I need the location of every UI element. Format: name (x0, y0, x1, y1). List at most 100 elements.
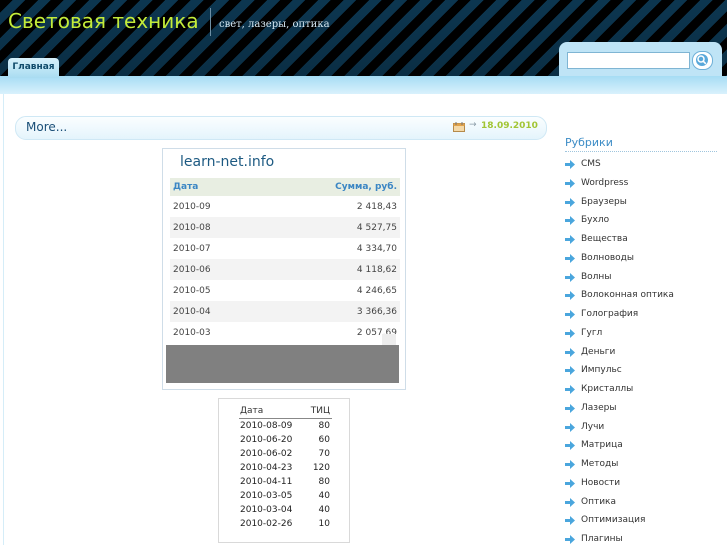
sidebar-category-label: Волны (581, 271, 612, 282)
search-icon (696, 54, 708, 66)
row-date: 2010-09 (173, 202, 211, 212)
sidebar-category-label: Новости (581, 477, 621, 488)
search-input[interactable] (567, 52, 690, 69)
sidebar-category-label: Импульс (581, 365, 622, 376)
tic-row-value: 40 (318, 505, 330, 515)
tic-row-value: 120 (312, 463, 330, 473)
title-separator (210, 8, 211, 36)
arrow-icon (565, 197, 575, 207)
nav-tab-home[interactable]: Главная (8, 58, 59, 78)
tic-row: 2010-04-11 80 (239, 477, 332, 491)
arrow-icon (565, 535, 575, 544)
table-row: 2010-08 4 527,75 (170, 217, 400, 238)
sidebar-category-label: CMS (581, 159, 601, 169)
arrow-icon (565, 160, 575, 169)
row-sum: 4 527,75 (356, 223, 397, 233)
site-title[interactable]: Световая техника (8, 9, 199, 33)
arrow-icon (565, 347, 575, 357)
learnnet-widget: learn-net.info Дата Сумма, руб. 2010-09 … (162, 148, 406, 390)
arrow-icon (565, 216, 575, 226)
post-title[interactable]: More... (26, 120, 67, 134)
learnnet-table: Дата Сумма, руб. 2010-09 2 418,43 2010-0… (170, 178, 400, 343)
row-sum: 2 418,43 (356, 202, 397, 212)
tic-row-date: 2010-02-26 (240, 519, 293, 529)
row-date: 2010-04 (173, 307, 211, 317)
tic-row-date: 2010-04-11 (240, 477, 293, 487)
table-row: 2010-05 4 246,65 (170, 280, 400, 301)
arrow-icon (565, 235, 575, 244)
tic-row-value: 10 (318, 519, 330, 529)
search-box (559, 42, 722, 78)
sidebar-category-label: Бухло (581, 215, 610, 226)
arrow-icon: → (469, 120, 477, 130)
sidebar-category-label: Вещества (581, 234, 628, 244)
sidebar-categories: Рубрики CMS Wordpress Браузеры Бухло Веществ… (565, 136, 717, 544)
post-date: 18.09.2010 (481, 121, 538, 131)
sidebar-category-label: Лучи (581, 421, 605, 432)
tic-row: 2010-06-20 60 (239, 435, 332, 449)
tic-row: 2010-03-05 40 (239, 491, 332, 505)
row-date: 2010-08 (173, 223, 211, 233)
tic-row: 2010-04-23 120 (239, 463, 332, 477)
table-row: 2010-03 2 057,69 (170, 322, 400, 343)
arrow-icon (565, 291, 575, 301)
arrow-icon (565, 497, 575, 507)
sidebar-category-label: Деньги (581, 346, 616, 357)
arrow-icon (565, 253, 575, 263)
sidebar-category-label: Матрица (581, 440, 623, 451)
sidebar-category-label: Методы (581, 459, 619, 469)
tic-row-value: 80 (318, 477, 330, 487)
row-date: 2010-05 (173, 286, 211, 296)
column-header-tic: ТИЦ (310, 406, 330, 416)
page-fold (382, 334, 396, 345)
row-sum: 4 334,70 (356, 244, 397, 254)
tic-row-date: 2010-04-23 (240, 463, 293, 473)
table-header: Дата Сумма, руб. (170, 178, 400, 196)
site-description: свет, лазеры, оптика (219, 19, 330, 30)
row-date: 2010-06 (173, 265, 211, 275)
tic-row-date: 2010-06-20 (240, 435, 293, 445)
table-row: 2010-04 3 366,36 (170, 301, 400, 322)
arrow-icon (565, 366, 575, 376)
sidebar-category-label: Лазеры (581, 402, 617, 413)
arrow-icon (565, 385, 575, 394)
search-button[interactable] (692, 51, 713, 70)
tic-row: 2010-06-02 70 (239, 449, 332, 463)
arrow-icon (565, 272, 575, 282)
row-sum: 3 366,36 (356, 307, 397, 317)
table-row: 2010-09 2 418,43 (170, 196, 400, 217)
tic-row-value: 40 (318, 491, 330, 501)
sidebar-category-label: Волоконная оптика (581, 290, 674, 301)
arrow-icon (565, 422, 575, 432)
arrow-icon (565, 516, 575, 526)
column-header-date: Дата (173, 182, 199, 192)
column-header-date: Дата (240, 406, 264, 416)
tic-row-date: 2010-06-02 (240, 449, 293, 459)
sidebar-title: Рубрики (565, 136, 717, 152)
row-date: 2010-07 (173, 244, 211, 254)
sidebar-category-label: Браузеры (581, 196, 627, 207)
sidebar-category-label: Wordpress (581, 177, 629, 188)
sidebar-category-label: Кристаллы (581, 384, 634, 394)
sidebar-category-label: Плагины (581, 534, 623, 544)
tic-row-value: 70 (318, 449, 330, 459)
arrow-icon (565, 460, 575, 469)
tic-widget: Дата ТИЦ 2010-08-09 80 2010-06-20 60 201… (218, 398, 350, 543)
row-sum: 4 118,62 (356, 265, 397, 275)
column-header-sum: Сумма, руб. (335, 182, 397, 192)
arrow-icon (565, 403, 575, 413)
tic-row-value: 80 (318, 421, 330, 431)
arrow-icon (565, 310, 575, 319)
tic-row: 2010-03-04 40 (239, 505, 332, 519)
learnnet-widget-title[interactable]: learn-net.info (180, 154, 274, 170)
sidebar-category-label: Гугл (581, 327, 603, 338)
table-row: 2010-07 4 334,70 (170, 238, 400, 259)
calendar-icon (453, 122, 465, 132)
tic-row-date: 2010-03-05 (240, 491, 293, 501)
row-sum: 4 246,65 (356, 286, 397, 296)
sidebar-category-label: Оптика (581, 496, 617, 507)
sidebar-category-label: Голография (581, 309, 639, 319)
tic-row-date: 2010-08-09 (240, 421, 293, 431)
nav-bar (0, 76, 727, 94)
tic-table-header: Дата ТИЦ (239, 406, 332, 419)
